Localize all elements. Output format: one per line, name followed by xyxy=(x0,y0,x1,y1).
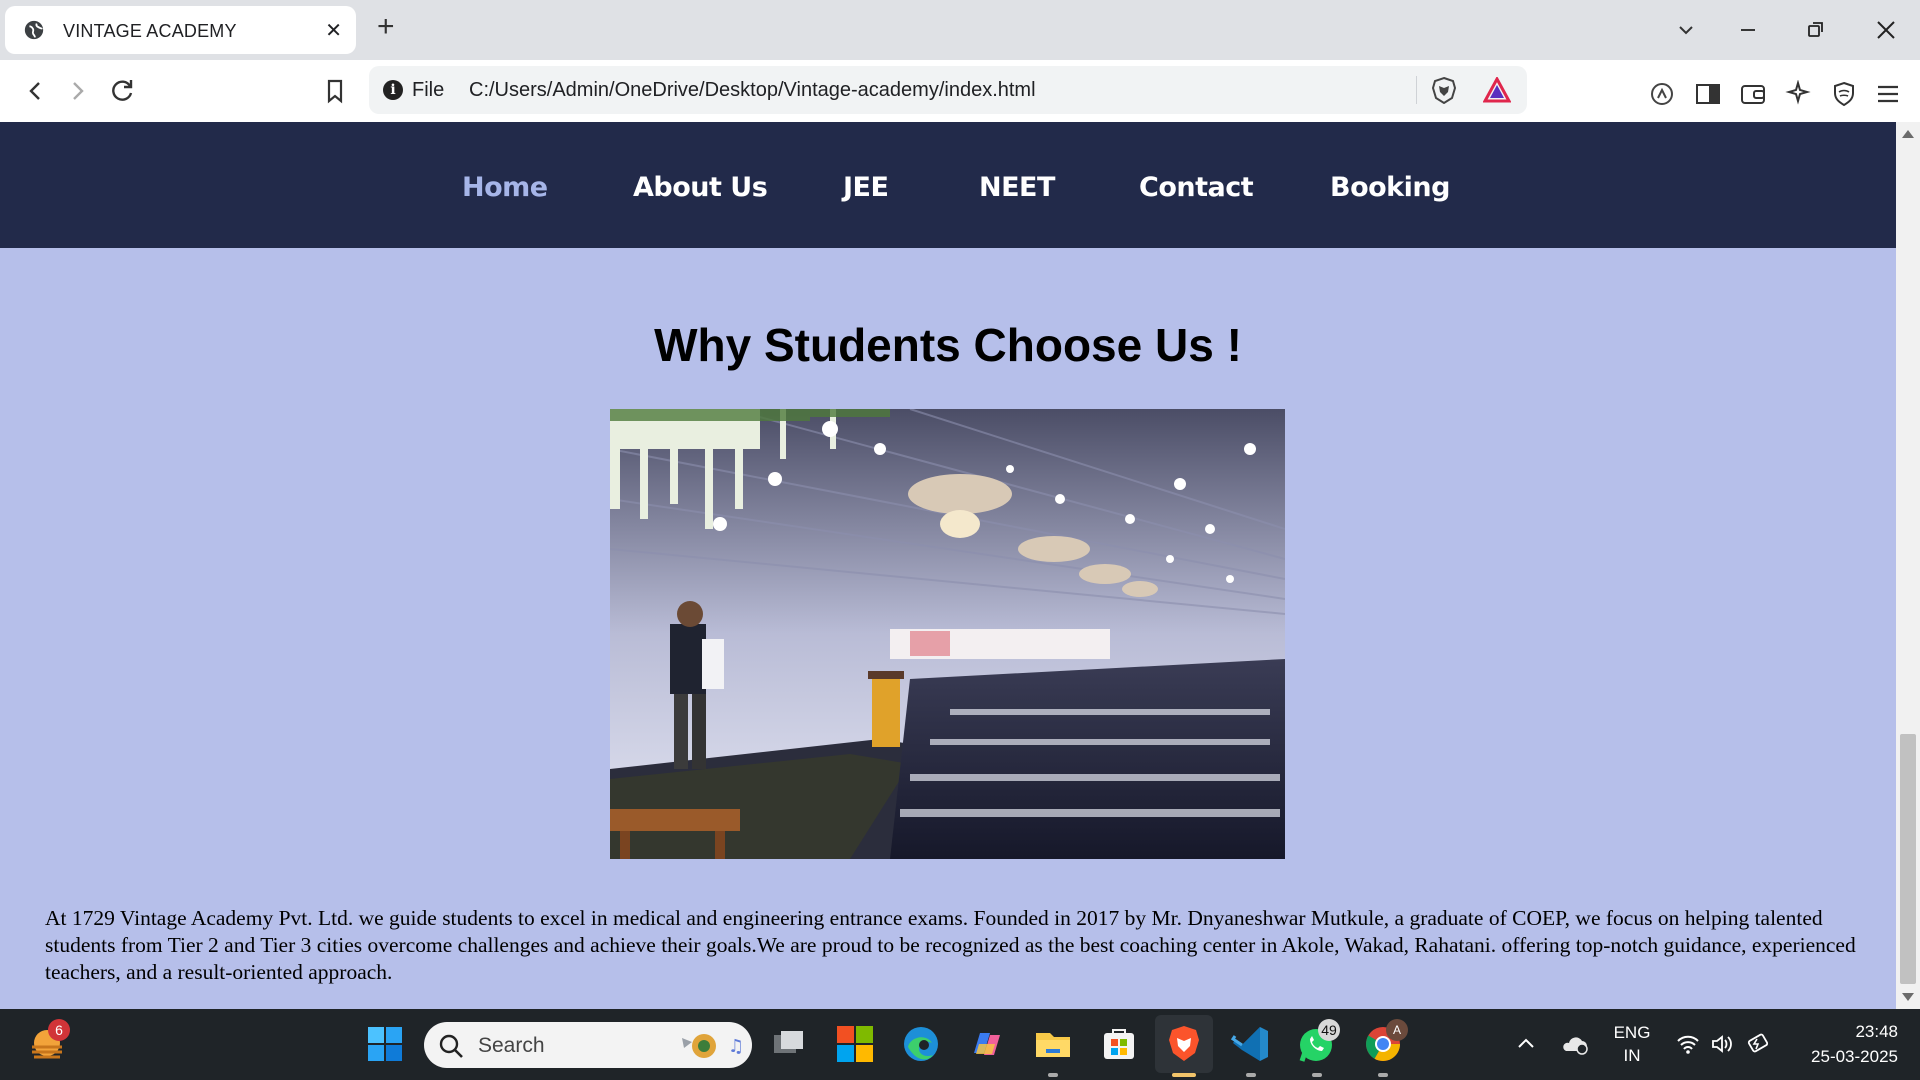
nav-contact[interactable]: Contact xyxy=(1139,172,1254,203)
url-text[interactable]: C:/Users/Admin/OneDrive/Desktop/Vintage-… xyxy=(469,79,1036,102)
running-indicator xyxy=(1048,1073,1058,1077)
divider xyxy=(1416,76,1417,104)
new-tab-icon[interactable]: + xyxy=(377,12,395,42)
running-indicator xyxy=(1312,1073,1322,1077)
forward-icon[interactable] xyxy=(63,76,93,106)
globe-icon xyxy=(24,20,44,40)
leo-ai-icon[interactable] xyxy=(1648,80,1676,108)
browser-tab[interactable]: VINTAGE ACADEMY ✕ xyxy=(5,6,356,54)
bookmark-icon[interactable] xyxy=(320,76,350,106)
microsoft-365-icon[interactable] xyxy=(834,1023,876,1065)
region-indicator: IN xyxy=(1623,1046,1641,1065)
tab-title: VINTAGE ACADEMY xyxy=(63,21,237,41)
url-scheme-label: File xyxy=(412,79,445,101)
about-paragraph: At 1729 Vintage Academy Pvt. Ltd. we gui… xyxy=(45,906,1856,984)
reload-icon[interactable] xyxy=(108,76,138,106)
tab-strip: VINTAGE ACADEMY ✕ + xyxy=(0,0,1920,60)
wallet-icon[interactable] xyxy=(1739,80,1767,108)
search-icon xyxy=(439,1034,463,1058)
svg-text:♫: ♫ xyxy=(728,1036,744,1057)
minimize-icon[interactable] xyxy=(1738,20,1758,40)
vscode-icon[interactable] xyxy=(1230,1023,1272,1065)
site-info-icon[interactable]: i xyxy=(383,80,403,100)
edge-icon[interactable] xyxy=(900,1023,942,1065)
close-tab-icon[interactable]: ✕ xyxy=(325,18,342,43)
address-bar[interactable]: i File C:/Users/Admin/OneDrive/Desktop/V… xyxy=(369,66,1527,114)
close-window-icon[interactable] xyxy=(1875,19,1897,41)
taskbar: 6 Search ♫ 49 A ENG IN 23:48 25-03-2025 xyxy=(0,1009,1920,1080)
chrome-profile-badge: A xyxy=(1386,1019,1408,1041)
language-indicator[interactable]: ENG xyxy=(1612,1023,1652,1043)
battery-charging-icon[interactable] xyxy=(1746,1031,1772,1055)
windows-start-icon[interactable] xyxy=(364,1023,406,1065)
event-photo xyxy=(610,409,1285,859)
clock-date[interactable]: 25-03-2025 xyxy=(1790,1047,1898,1067)
tab-search-chevron-icon[interactable] xyxy=(1676,20,1696,40)
menu-icon[interactable] xyxy=(1874,80,1902,108)
brave-browser-icon[interactable] xyxy=(1163,1023,1205,1065)
taskbar-search[interactable]: Search ♫ xyxy=(424,1022,752,1068)
onedrive-icon[interactable] xyxy=(1560,1031,1590,1057)
scroll-down-arrow-icon[interactable] xyxy=(1902,993,1914,1001)
ai-sparkle-icon[interactable] xyxy=(1785,80,1813,108)
widgets-badge: 6 xyxy=(48,1019,70,1041)
nav-booking[interactable]: Booking xyxy=(1330,172,1450,203)
nav-neet[interactable]: NEET xyxy=(979,172,1055,203)
whatsapp-badge: 49 xyxy=(1318,1019,1340,1041)
active-indicator xyxy=(1172,1073,1196,1077)
back-icon[interactable] xyxy=(20,76,50,106)
vpn-shield-icon[interactable] xyxy=(1830,80,1858,108)
search-highlight-icon: ♫ xyxy=(682,1034,744,1058)
nav-home[interactable]: Home xyxy=(462,172,548,203)
section-heading: Why Students Choose Us ! xyxy=(654,319,1242,371)
scroll-up-arrow-icon[interactable] xyxy=(1902,130,1914,138)
volume-icon[interactable] xyxy=(1710,1033,1734,1055)
wifi-icon[interactable] xyxy=(1676,1033,1700,1055)
brave-shields-icon[interactable] xyxy=(1431,76,1457,104)
brave-rewards-icon[interactable] xyxy=(1483,77,1511,103)
site-navbar: Home About Us JEE NEET Contact Booking xyxy=(0,122,1896,248)
vertical-scrollbar[interactable] xyxy=(1896,122,1920,1009)
nav-jee[interactable]: JEE xyxy=(843,172,889,203)
sidebar-toggle-icon[interactable] xyxy=(1694,80,1722,108)
clock-time[interactable]: 23:48 xyxy=(1828,1022,1898,1042)
copilot-icon[interactable] xyxy=(966,1023,1008,1065)
chevron-up-icon[interactable] xyxy=(1516,1034,1536,1054)
restore-icon[interactable] xyxy=(1806,20,1826,40)
microsoft-store-icon[interactable] xyxy=(1098,1023,1140,1065)
running-indicator xyxy=(1246,1073,1256,1077)
scrollbar-thumb[interactable] xyxy=(1900,734,1916,984)
file-explorer-icon[interactable] xyxy=(1032,1023,1074,1065)
task-view-icon[interactable] xyxy=(768,1023,810,1065)
search-placeholder: Search xyxy=(478,1034,545,1057)
nav-about-us[interactable]: About Us xyxy=(633,172,768,203)
running-indicator xyxy=(1378,1073,1388,1077)
